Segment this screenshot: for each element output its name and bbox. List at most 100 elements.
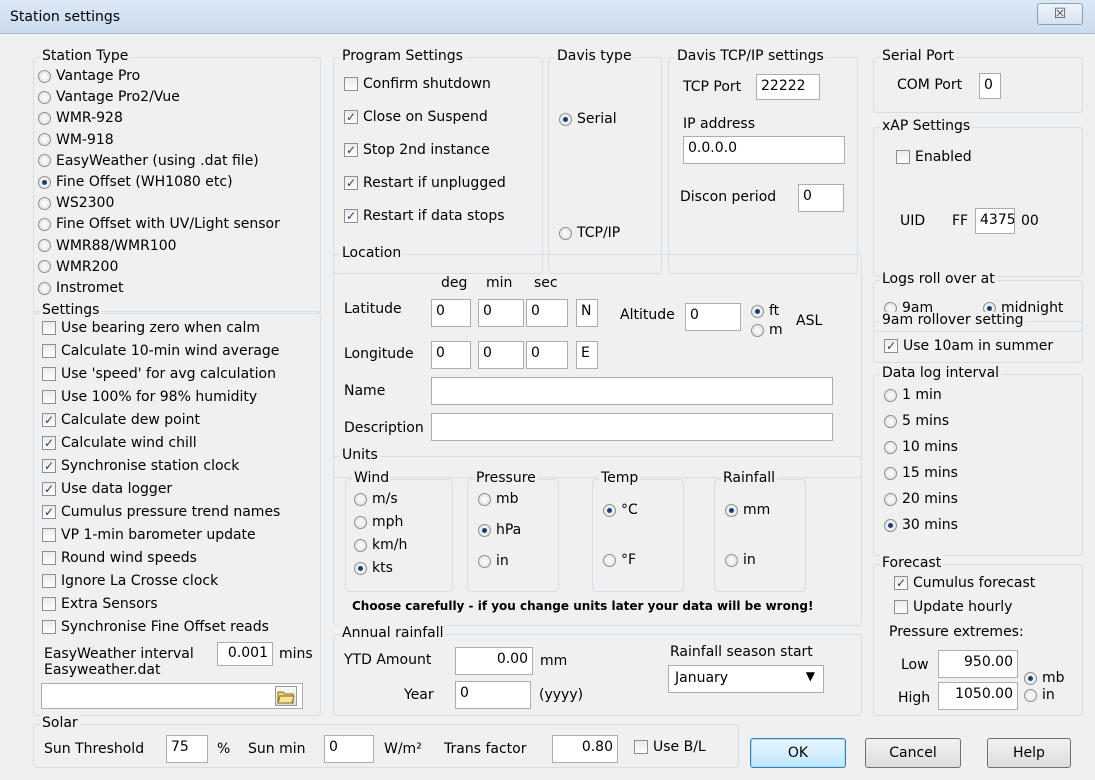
station-type-radio-wmr88-wmr100[interactable]: WMR88/WMR100 [38,238,177,254]
update-hourly-checkbox[interactable]: Update hourly [894,599,1012,615]
data-log-radio-5-mins[interactable]: 5 mins [884,413,949,429]
program-checkbox-confirm-shutdown[interactable]: Confirm shutdown [344,76,491,92]
help-button[interactable]: Help [987,738,1071,768]
cancel-button[interactable]: Cancel [865,738,961,768]
lon-deg-input[interactable]: 0 [431,341,471,369]
station-type-radio-fine-offset-with-uv-light-sensor[interactable]: Fine Offset with UV/Light sensor [38,216,280,232]
ok-button[interactable]: OK [750,738,846,768]
sun-min-input[interactable]: 0 [324,735,374,763]
settings-checkbox-cumulus-pressure-trend-names[interactable]: ✓ Cumulus pressure trend names [42,504,280,520]
temp-radio-c[interactable]: °C [603,502,638,518]
wind-radio-mph[interactable]: mph [354,514,403,530]
lon-min-input[interactable]: 0 [478,341,524,369]
lat-min-input[interactable]: 0 [478,299,524,327]
description-input[interactable] [431,413,833,441]
name-input[interactable] [431,377,833,405]
program-checkbox-restart-if-unplugged[interactable]: ✓ Restart if unplugged [344,175,506,191]
settings-checkbox-synchronise-fine-offset-reads[interactable]: Synchronise Fine Offset reads [42,619,269,635]
wind-radio-kts[interactable]: kts [354,560,393,576]
settings-checkbox-synchronise-station-clock[interactable]: ✓ Synchronise station clock [42,458,239,474]
xap-enabled-checkbox[interactable]: Enabled [896,149,972,165]
radio-dot [38,90,51,104]
settings-checkbox-vp-1-min-barometer-update[interactable]: VP 1-min barometer update [42,527,256,543]
settings-checkbox-use-bearing-zero-when-calm[interactable]: Use bearing zero when calm [42,320,260,336]
station-type-radio-fine-offset-wh1080-etc[interactable]: Fine Offset (WH1080 etc) [38,174,233,190]
lat-hemisphere-input[interactable]: N [576,299,598,327]
pressure-radio-hpa[interactable]: hPa [478,522,521,538]
davis-tcpip-radio[interactable]: TCP/IP [559,225,620,241]
settings-checkbox-use-100-for-98-humidity[interactable]: Use 100% for 98% humidity [42,389,257,405]
tcp-port-input[interactable]: 22222 [756,74,820,100]
sun-threshold-input[interactable]: 75 [166,735,208,763]
station-type-radio-instromet[interactable]: Instromet [38,280,124,296]
altitude-input[interactable]: 0 [685,303,741,331]
settings-checkbox-ignore-la-crosse-clock[interactable]: Ignore La Crosse clock [42,573,218,589]
folder-open-icon[interactable] [275,686,297,706]
deg-header: deg [441,275,468,291]
season-start-label: Rainfall season start [670,644,813,660]
ip-address-input[interactable]: 0.0.0.0 [683,136,845,164]
year-input[interactable]: 0 [455,681,531,709]
rainfall-units-group: Rainfall mm in [714,470,806,592]
cumulus-forecast-checkbox[interactable]: ✓ Cumulus forecast [894,575,1035,591]
settings-checkbox-calculate-10-min-wind-average[interactable]: Calculate 10-min wind average [42,343,279,359]
settings-checkbox-calculate-dew-point[interactable]: ✓ Calculate dew point [42,412,200,428]
settings-checkbox-label: Ignore La Crosse clock [61,573,219,589]
station-type-radio-vantage-pro2-vue[interactable]: Vantage Pro2/Vue [38,89,180,105]
pressure-radio-in[interactable]: in [478,553,509,569]
season-start-select[interactable]: January ▼ [668,665,824,693]
sun-min-unit: W/m² [384,741,422,757]
settings-checkbox-use-speed-for-avg-calculation[interactable]: Use 'speed' for avg calculation [42,366,276,382]
wind-radio-km-h[interactable]: km/h [354,537,407,553]
program-checkbox-close-on-suspend[interactable]: ✓ Close on Suspend [344,109,488,125]
settings-checkbox-calculate-wind-chill[interactable]: ✓ Calculate wind chill [42,435,197,451]
program-checkbox-stop-2nd-instance[interactable]: ✓ Stop 2nd instance [344,142,490,158]
close-button[interactable]: ☒ [1037,3,1083,25]
station-type-radio-wmr-928[interactable]: WMR-928 [38,110,123,126]
temp-radio-f[interactable]: °F [603,552,636,568]
station-type-radio-ws2300[interactable]: WS2300 [38,195,114,211]
station-type-radio-easyweather-using-dat-file[interactable]: EasyWeather (using .dat file) [38,153,259,169]
altitude-ft-radio[interactable]: ft [751,303,779,319]
data-log-radio-15-mins[interactable]: 15 mins [884,465,958,481]
station-type-radio-wm-918[interactable]: WM-918 [38,132,114,148]
altitude-m-radio[interactable]: m [751,322,783,338]
davis-serial-radio[interactable]: Serial [559,111,617,127]
easyweather-interval-input[interactable]: 0.001 [217,642,273,666]
lat-sec-input[interactable]: 0 [526,299,568,327]
pressure-in-radio[interactable]: in [1024,687,1055,703]
settings-checkbox-use-data-logger[interactable]: ✓ Use data logger [42,481,172,497]
lat-deg-input[interactable]: 0 [431,299,471,327]
forecast-legend: Forecast [880,555,944,571]
data-log-radio-30-mins[interactable]: 30 mins [884,517,958,533]
settings-checkbox-extra-sensors[interactable]: Extra Sensors [42,596,158,612]
lon-hemisphere-input[interactable]: E [576,341,598,369]
pressure-mb-radio[interactable]: mb [1024,670,1065,686]
rainfall-radio-in[interactable]: in [725,552,756,568]
ytd-amount-input[interactable]: 0.00 [455,647,533,675]
lon-sec-input[interactable]: 0 [526,341,568,369]
uid-suffix: 00 [1021,213,1039,229]
low-pressure-input[interactable]: 950.00 [938,650,1018,678]
use-bl-checkbox[interactable]: Use B/L [634,739,706,755]
uid-input[interactable]: 4375 [975,208,1015,234]
settings-checkbox-round-wind-speeds[interactable]: Round wind speeds [42,550,197,566]
rainfall-option-label: mm [743,502,771,518]
station-type-option-label: WMR88/WMR100 [56,237,177,254]
station-type-radio-wmr200[interactable]: WMR200 [38,259,118,275]
com-port-input[interactable]: 0 [979,73,1001,99]
program-checkbox-restart-if-data-stops[interactable]: ✓ Restart if data stops [344,208,505,224]
data-log-radio-20-mins[interactable]: 20 mins [884,491,958,507]
wind-radio-m-s[interactable]: m/s [354,491,398,507]
easyweather-dat-input[interactable] [41,683,303,709]
discon-period-input[interactable]: 0 [798,184,844,212]
station-type-radio-vantage-pro[interactable]: Vantage Pro [38,68,140,84]
data-log-radio-10-mins[interactable]: 10 mins [884,439,958,455]
rainfall-radio-mm[interactable]: mm [725,502,770,518]
pressure-radio-mb[interactable]: mb [478,491,519,507]
data-log-radio-1-min[interactable]: 1 min [884,387,942,403]
use-10am-checkbox[interactable]: ✓ Use 10am in summer [884,338,1053,354]
high-pressure-input[interactable]: 1050.00 [938,682,1018,710]
trans-factor-input[interactable]: 0.80 [552,735,618,763]
radio-dot [884,466,897,480]
